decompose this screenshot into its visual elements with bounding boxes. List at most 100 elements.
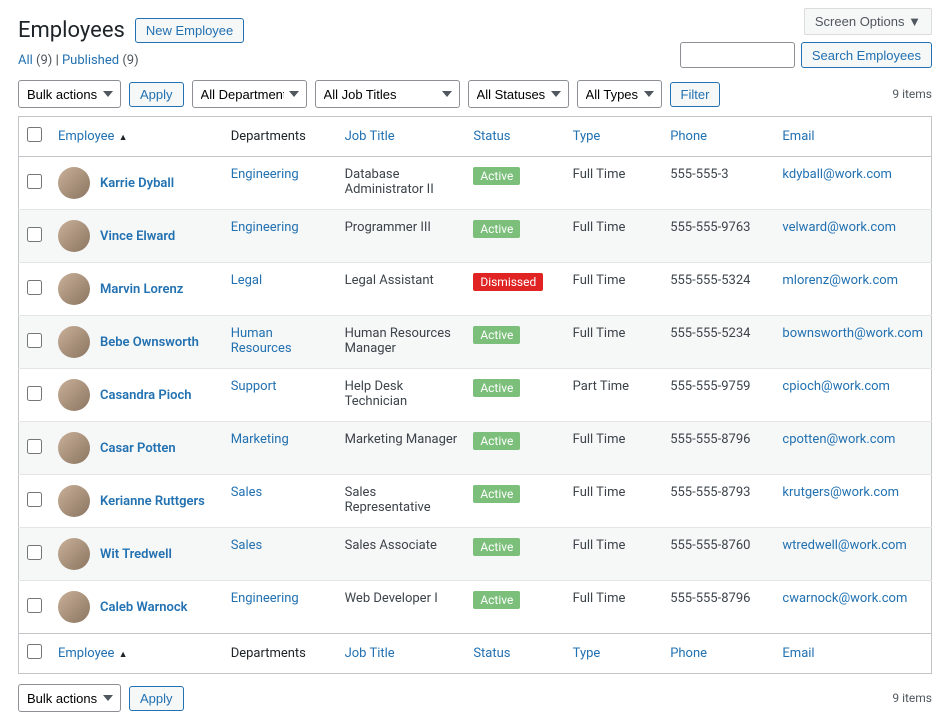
email-link[interactable]: cwarnock@work.com bbox=[782, 591, 907, 606]
page-title: Employees bbox=[18, 18, 125, 43]
department-link[interactable]: Sales bbox=[231, 485, 263, 500]
type-cell: Full Time bbox=[565, 316, 663, 369]
col-departments-foot: Departments bbox=[223, 634, 337, 674]
employee-name-link[interactable]: Kerianne Ruttgers bbox=[100, 494, 205, 509]
sort-asc-icon: ▲ bbox=[116, 650, 127, 660]
department-link[interactable]: Support bbox=[231, 379, 277, 394]
search-box: Search Employees bbox=[680, 42, 932, 68]
col-email-foot[interactable]: Email bbox=[782, 646, 814, 661]
table-row: Caleb Warnock Engineering Web Developer … bbox=[19, 581, 932, 634]
status-badge: Active bbox=[473, 379, 520, 397]
email-link[interactable]: cpioch@work.com bbox=[782, 379, 890, 394]
email-link[interactable]: wtredwell@work.com bbox=[782, 538, 906, 553]
employee-name-link[interactable]: Casandra Pioch bbox=[100, 388, 192, 403]
col-type[interactable]: Type bbox=[573, 129, 601, 144]
email-link[interactable]: cpotten@work.com bbox=[782, 432, 895, 447]
view-all-link[interactable]: All bbox=[18, 53, 33, 68]
department-link[interactable]: Engineering bbox=[231, 167, 299, 182]
view-all-count: (9) bbox=[36, 53, 52, 68]
select-all-top[interactable] bbox=[27, 127, 42, 142]
row-checkbox[interactable] bbox=[27, 174, 42, 189]
phone-cell: 555-555-8760 bbox=[662, 528, 774, 581]
col-status-foot[interactable]: Status bbox=[473, 646, 510, 661]
employee-name-link[interactable]: Casar Potten bbox=[100, 441, 176, 456]
status-badge: Active bbox=[473, 485, 520, 503]
screen-options-label: Screen Options bbox=[815, 14, 905, 29]
department-link[interactable]: Sales bbox=[231, 538, 263, 553]
row-checkbox[interactable] bbox=[27, 227, 42, 242]
row-checkbox[interactable] bbox=[27, 333, 42, 348]
search-input[interactable] bbox=[680, 42, 795, 68]
items-count-bottom: 9 items bbox=[892, 691, 932, 705]
phone-cell: 555-555-9763 bbox=[662, 210, 774, 263]
employee-name-link[interactable]: Bebe Ownsworth bbox=[100, 335, 199, 350]
col-phone[interactable]: Phone bbox=[670, 129, 707, 144]
row-checkbox[interactable] bbox=[27, 545, 42, 560]
filter-statuses[interactable]: All Statuses bbox=[468, 80, 569, 108]
avatar bbox=[58, 538, 90, 570]
type-cell: Full Time bbox=[565, 475, 663, 528]
col-phone-foot[interactable]: Phone bbox=[670, 646, 707, 661]
department-link[interactable]: Marketing bbox=[231, 432, 289, 447]
row-checkbox[interactable] bbox=[27, 598, 42, 613]
employee-name-link[interactable]: Caleb Warnock bbox=[100, 600, 188, 615]
filter-departments[interactable]: All Departments bbox=[192, 80, 307, 108]
type-cell: Full Time bbox=[565, 263, 663, 316]
type-cell: Full Time bbox=[565, 210, 663, 263]
search-button[interactable]: Search Employees bbox=[801, 42, 932, 68]
avatar bbox=[58, 220, 90, 252]
phone-cell: 555-555-8793 bbox=[662, 475, 774, 528]
bulk-actions-select-bottom[interactable]: Bulk actions bbox=[18, 684, 121, 712]
avatar bbox=[58, 273, 90, 305]
screen-options-button[interactable]: Screen Options ▼ bbox=[804, 8, 932, 35]
job-title-cell: Sales Representative bbox=[337, 475, 466, 528]
email-link[interactable]: krutgers@work.com bbox=[782, 485, 899, 500]
employee-name-link[interactable]: Wit Tredwell bbox=[100, 547, 172, 562]
phone-cell: 555-555-5324 bbox=[662, 263, 774, 316]
apply-button-top[interactable]: Apply bbox=[129, 82, 184, 107]
col-employee[interactable]: Employee ▲ bbox=[58, 129, 128, 144]
view-published-link[interactable]: Published bbox=[62, 53, 119, 68]
email-link[interactable]: kdyball@work.com bbox=[782, 167, 892, 182]
apply-button-bottom[interactable]: Apply bbox=[129, 686, 184, 711]
department-link[interactable]: Legal bbox=[231, 273, 262, 288]
avatar bbox=[58, 379, 90, 411]
row-checkbox[interactable] bbox=[27, 492, 42, 507]
filter-button[interactable]: Filter bbox=[670, 82, 721, 107]
table-row: Karrie Dyball Engineering Database Admin… bbox=[19, 157, 932, 210]
type-cell: Part Time bbox=[565, 369, 663, 422]
select-all-bottom[interactable] bbox=[27, 644, 42, 659]
phone-cell: 555-555-5234 bbox=[662, 316, 774, 369]
bulk-actions-select[interactable]: Bulk actions bbox=[18, 80, 121, 108]
row-checkbox[interactable] bbox=[27, 386, 42, 401]
department-link[interactable]: Engineering bbox=[231, 591, 299, 606]
email-link[interactable]: bownsworth@work.com bbox=[782, 326, 923, 341]
department-link[interactable]: Human Resources bbox=[231, 326, 292, 356]
col-type-foot[interactable]: Type bbox=[573, 646, 601, 661]
job-title-cell: Database Administrator II bbox=[337, 157, 466, 210]
email-link[interactable]: velward@work.com bbox=[782, 220, 896, 235]
job-title-cell: Web Developer I bbox=[337, 581, 466, 634]
col-employee-foot[interactable]: Employee ▲ bbox=[58, 646, 128, 661]
filter-job-titles[interactable]: All Job Titles bbox=[315, 80, 460, 108]
job-title-cell: Human Resources Manager bbox=[337, 316, 466, 369]
row-checkbox[interactable] bbox=[27, 439, 42, 454]
items-count-top: 9 items bbox=[892, 87, 932, 101]
table-row: Bebe Ownsworth Human Resources Human Res… bbox=[19, 316, 932, 369]
email-link[interactable]: mlorenz@work.com bbox=[782, 273, 898, 288]
new-employee-button[interactable]: New Employee bbox=[135, 18, 244, 43]
employee-name-link[interactable]: Vince Elward bbox=[100, 229, 175, 244]
employee-name-link[interactable]: Karrie Dyball bbox=[100, 176, 174, 191]
status-badge: Active bbox=[473, 220, 520, 238]
col-job-title-foot[interactable]: Job Title bbox=[345, 646, 395, 661]
row-checkbox[interactable] bbox=[27, 280, 42, 295]
job-title-cell: Help Desk Technician bbox=[337, 369, 466, 422]
department-link[interactable]: Engineering bbox=[231, 220, 299, 235]
col-email[interactable]: Email bbox=[782, 129, 814, 144]
filter-types[interactable]: All Types bbox=[577, 80, 662, 108]
col-status[interactable]: Status bbox=[473, 129, 510, 144]
employee-name-link[interactable]: Marvin Lorenz bbox=[100, 282, 183, 297]
table-row: Wit Tredwell Sales Sales Associate Activ… bbox=[19, 528, 932, 581]
employees-table: Employee ▲ Departments Job Title Status … bbox=[18, 116, 932, 674]
col-job-title[interactable]: Job Title bbox=[345, 129, 395, 144]
